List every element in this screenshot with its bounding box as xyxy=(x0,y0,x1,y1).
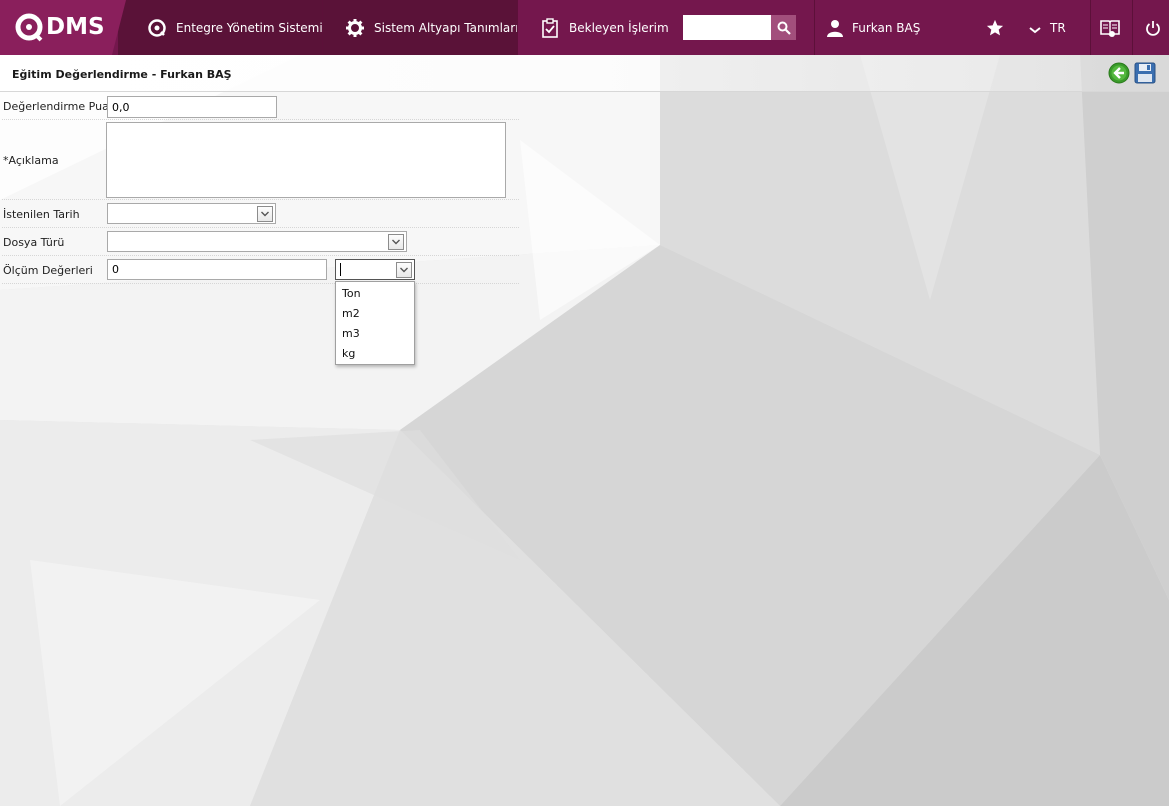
qdms-logo[interactable]: DMS xyxy=(14,12,105,42)
save-button[interactable] xyxy=(1134,62,1156,84)
chevron-down-icon xyxy=(392,239,400,245)
nav-bekleyen-islerim[interactable]: Bekleyen İşlerim xyxy=(539,0,669,55)
language-code: TR xyxy=(1050,20,1066,35)
dropdown-arrow[interactable] xyxy=(396,262,412,278)
dropdown-arrow[interactable] xyxy=(257,206,273,222)
dropdown-option-kg[interactable]: kg xyxy=(336,344,414,364)
nav-sistem-altyapi-tanimlari[interactable]: Sistem Altyapı Tanımları xyxy=(344,0,519,55)
requested-date-select[interactable] xyxy=(107,203,276,224)
back-button[interactable] xyxy=(1108,62,1130,84)
text-caret xyxy=(340,263,341,276)
chevron-down-icon xyxy=(1029,26,1041,33)
chevron-down-icon xyxy=(261,211,269,217)
requested-date-label: İstenilen Tarih xyxy=(3,208,80,221)
nav-separator xyxy=(814,0,815,55)
measurement-unit-select[interactable] xyxy=(335,259,415,280)
search-button[interactable] xyxy=(771,15,796,40)
user-icon xyxy=(826,17,844,39)
qdms-logo-icon xyxy=(15,13,43,42)
chevron-down-icon xyxy=(400,267,408,273)
qdms-circle-icon xyxy=(146,17,168,39)
search-input[interactable] xyxy=(683,15,771,40)
nav-label: Bekleyen İşlerim xyxy=(569,20,669,35)
nav-label: Entegre Yönetim Sistemi xyxy=(176,20,323,35)
user-menu[interactable]: Furkan BAŞ xyxy=(826,0,920,55)
book-icon xyxy=(1100,19,1120,37)
nav-separator xyxy=(1090,0,1091,55)
file-type-label: Dosya Türü xyxy=(3,236,65,249)
clipboard-check-icon xyxy=(539,17,561,39)
file-type-select[interactable] xyxy=(107,231,407,252)
measurement-unit-dropdown-list: Ton m2 m3 kg xyxy=(335,281,415,365)
user-name: Furkan BAŞ xyxy=(852,20,921,35)
nav-separator xyxy=(517,0,518,55)
dropdown-option-m2[interactable]: m2 xyxy=(336,304,414,324)
star-icon xyxy=(986,19,1004,35)
measurement-label: Ölçüm Değerleri xyxy=(3,264,93,277)
measurement-input[interactable] xyxy=(107,259,327,280)
logout-button[interactable] xyxy=(1145,0,1161,55)
language-selector[interactable]: TR xyxy=(1028,0,1066,55)
description-textarea[interactable] xyxy=(106,122,506,198)
page-title: Eğitim Değerlendirme - Furkan BAŞ xyxy=(12,68,232,81)
help-book-button[interactable] xyxy=(1099,0,1121,55)
gear-icon xyxy=(344,17,366,39)
power-icon xyxy=(1146,20,1160,36)
nav-entegre-yonetim-sistemi[interactable]: Entegre Yönetim Sistemi xyxy=(146,0,323,55)
logo-text: DMS xyxy=(46,14,105,40)
nav-separator xyxy=(1132,0,1133,55)
top-navigation-bar: DMS Entegre Yönetim Sistemi Sistem Altya… xyxy=(0,0,1169,55)
dropdown-option-ton[interactable]: Ton xyxy=(336,284,414,304)
score-label: Değerlendirme Puanı xyxy=(3,100,119,113)
score-input[interactable] xyxy=(107,96,277,118)
dropdown-option-m3[interactable]: m3 xyxy=(336,324,414,344)
nav-label: Sistem Altyapı Tanımları xyxy=(374,20,519,35)
nav-separator xyxy=(322,0,323,55)
favorites-button[interactable] xyxy=(986,0,1004,55)
search-icon xyxy=(777,21,791,35)
dropdown-arrow[interactable] xyxy=(388,234,404,250)
description-label: *Açıklama xyxy=(3,154,59,167)
back-arrow-icon xyxy=(1108,62,1130,84)
floppy-disk-icon xyxy=(1134,62,1156,84)
